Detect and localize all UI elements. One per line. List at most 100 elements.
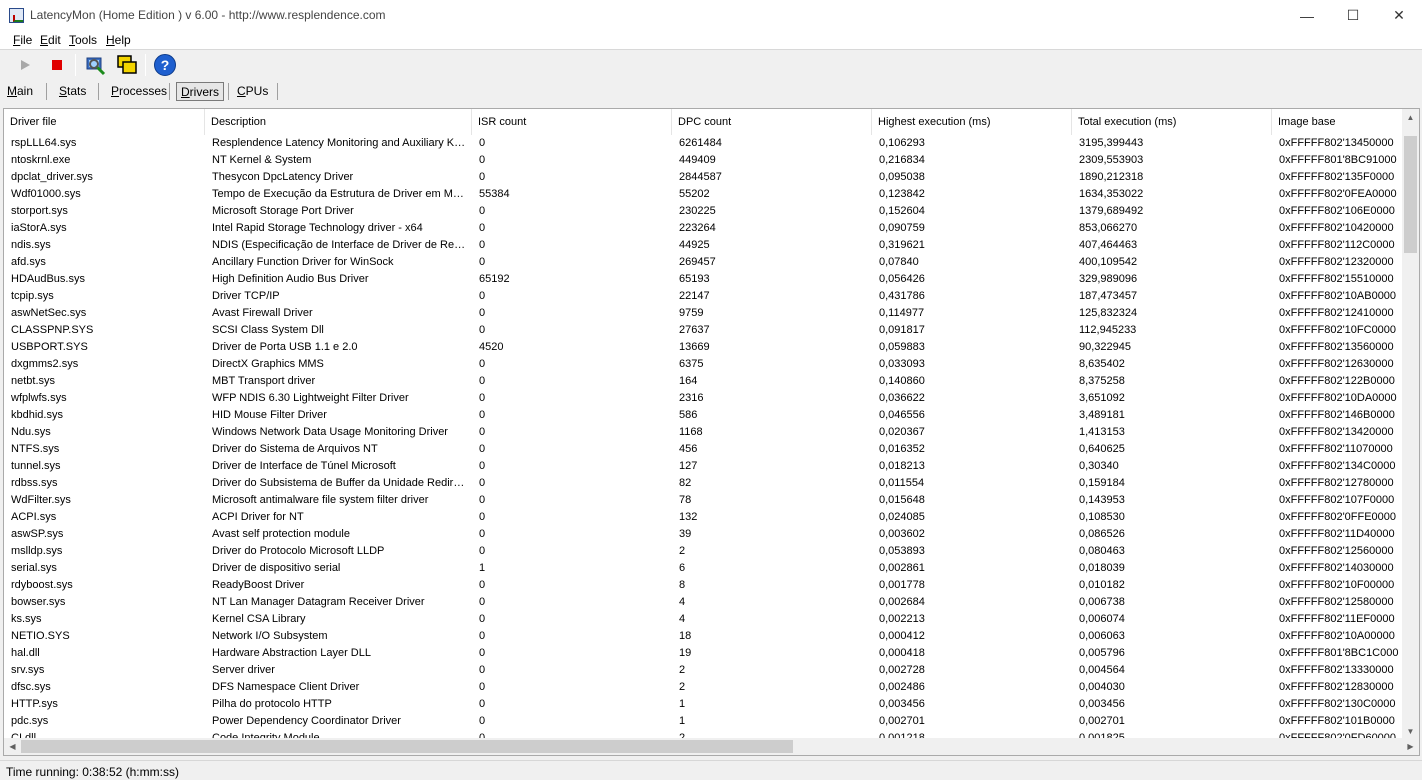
table-row[interactable]: bowser.sys NT Lan Manager Datagram Receiv… [4, 594, 1404, 611]
table-row[interactable]: aswNetSec.sys Avast Firewall Driver 0 9759 0… [4, 305, 1404, 322]
help-button[interactable]: ? [153, 53, 177, 77]
column-header-description[interactable]: Description [205, 109, 472, 135]
table-row[interactable]: afd.sys Ancillary Function Driver for Win… [4, 254, 1404, 271]
cell-highest-execution: 0,216834 [879, 154, 925, 166]
table-row[interactable]: pdc.sys Power Dependency Coordinator Driv… [4, 713, 1404, 730]
table-row[interactable]: CLASSPNP.SYS SCSI Class System Dll 0 27637 0… [4, 322, 1404, 339]
table-row[interactable]: ndis.sys NDIS (Especificação de Interface… [4, 237, 1404, 254]
cell-description: Ancillary Function Driver for WinSock [212, 256, 394, 268]
table-row[interactable]: tunnel.sys Driver de Interface de Túnel M… [4, 458, 1404, 475]
vertical-scroll-thumb[interactable] [1404, 136, 1417, 253]
column-header-isr-count[interactable]: ISR count [472, 109, 672, 135]
tab-separator [228, 83, 229, 100]
start-button[interactable] [13, 53, 37, 77]
minimize-button[interactable]: — [1284, 0, 1330, 31]
menu-help[interactable]: Help [106, 33, 131, 47]
table-row[interactable]: dfsc.sys DFS Namespace Client Driver 0 2 0,0… [4, 679, 1404, 696]
table-row[interactable]: HTTP.sys Pilha do protocolo HTTP 0 1 0,00345… [4, 696, 1404, 713]
table-header: Driver file Description ISR count DPC co… [4, 109, 1404, 135]
table-row[interactable]: rdbss.sys Driver do Subsistema de Buffer … [4, 475, 1404, 492]
cell-dpc-count: 586 [679, 409, 698, 421]
tab-main[interactable]: Main [3, 82, 37, 101]
table-row[interactable]: kbdhid.sys HID Mouse Filter Driver 0 586 0,0… [4, 407, 1404, 424]
table-row[interactable]: iaStorA.sys Intel Rapid Storage Technolog… [4, 220, 1404, 237]
cell-dpc-count: 4 [679, 596, 686, 608]
windows-button[interactable] [115, 53, 139, 77]
stop-button[interactable] [45, 53, 69, 77]
stop-icon [52, 60, 62, 70]
table-row[interactable]: ACPI.sys ACPI Driver for NT 0 132 0,024085 0,… [4, 509, 1404, 526]
table-row[interactable]: srv.sys Server driver 0 2 0,002728 0,004564 0x… [4, 662, 1404, 679]
column-header-highest-execution[interactable]: Highest execution (ms) [872, 109, 1072, 135]
table-row[interactable]: NTFS.sys Driver do Sistema de Arquivos NT… [4, 441, 1404, 458]
table-row[interactable]: rspLLL64.sys Resplendence Latency Monitor… [4, 135, 1404, 152]
table-row[interactable]: hal.dll Hardware Abstraction Layer DLL 0 19… [4, 645, 1404, 662]
cell-description: NT Kernel & System [212, 154, 312, 166]
menu-tools[interactable]: Tools [69, 33, 97, 47]
cell-driver-file: dfsc.sys [11, 681, 51, 693]
table-row[interactable]: dxgmms2.sys DirectX Graphics MMS 0 6375 0,03… [4, 356, 1404, 373]
close-button[interactable]: ✕ [1376, 0, 1422, 31]
cell-description: Driver do Subsistema de Buffer da Unidad… [212, 477, 468, 489]
cell-total-execution: 0,010182 [1079, 579, 1125, 591]
maximize-button[interactable]: ☐ [1330, 0, 1376, 31]
table-row[interactable]: HDAudBus.sys High Definition Audio Bus Dr… [4, 271, 1404, 288]
cell-description: Microsoft antimalware file system filter… [212, 494, 429, 506]
cell-dpc-count: 456 [679, 443, 698, 455]
menu-file[interactable]: File [13, 33, 32, 47]
cell-total-execution: 0,004564 [1079, 664, 1125, 676]
tab-drivers[interactable]: Drivers [176, 82, 225, 101]
table-row[interactable]: NETIO.SYS Network I/O Subsystem 0 18 0,00041… [4, 628, 1404, 645]
scroll-up-icon[interactable]: ▲ [1402, 109, 1419, 126]
cell-image-base: 0xFFFFF802'0FFE0000 [1279, 511, 1397, 523]
cell-isr-count: 0 [479, 154, 486, 166]
cell-driver-file: ks.sys [11, 613, 42, 625]
cell-description: High Definition Audio Bus Driver [212, 273, 369, 285]
cell-highest-execution: 0,033093 [879, 358, 925, 370]
table-row[interactable]: USBPORT.SYS Driver de Porta USB 1.1 e 2.0… [4, 339, 1404, 356]
column-header-dpc-count[interactable]: DPC count [672, 109, 872, 135]
table-row[interactable]: dpclat_driver.sys Thesycon DpcLatency Dri… [4, 169, 1404, 186]
cell-isr-count: 0 [479, 681, 486, 693]
table-row[interactable]: tcpip.sys Driver TCP/IP 0 22147 0,431786 187,… [4, 288, 1404, 305]
tab-stats[interactable]: Stats [55, 82, 90, 101]
table-row[interactable]: Wdf01000.sys Tempo de Execução da Estrutu… [4, 186, 1404, 203]
cell-image-base: 0xFFFFF802'11070000 [1279, 443, 1393, 455]
table-row[interactable]: storport.sys Microsoft Storage Port Drive… [4, 203, 1404, 220]
cell-description: Server driver [212, 664, 275, 676]
table-row[interactable]: ks.sys Kernel CSA Library 0 4 0,002213 0,0060… [4, 611, 1404, 628]
vertical-scrollbar[interactable]: ▲ ▼ [1402, 109, 1419, 740]
analyze-button[interactable] [83, 53, 107, 77]
cell-highest-execution: 0,016352 [879, 443, 925, 455]
menu-edit[interactable]: Edit [40, 33, 61, 47]
horizontal-scrollbar[interactable]: ◀ ▶ [4, 738, 1419, 755]
table-row[interactable]: WdFilter.sys Microsoft antimalware file s… [4, 492, 1404, 509]
table-row[interactable]: Ndu.sys Windows Network Data Usage Monito… [4, 424, 1404, 441]
column-header-driver-file[interactable]: Driver file [4, 109, 205, 135]
scroll-right-icon[interactable]: ▶ [1402, 738, 1419, 755]
cell-description: DirectX Graphics MMS [212, 358, 324, 370]
table-row[interactable]: netbt.sys MBT Transport driver 0 164 0,14086… [4, 373, 1404, 390]
cell-image-base: 0xFFFFF802'12830000 [1279, 681, 1394, 693]
table-row[interactable]: wfplwfs.sys WFP NDIS 6.30 Lightweight Fil… [4, 390, 1404, 407]
table-row[interactable]: aswSP.sys Avast self protection module 0 39… [4, 526, 1404, 543]
cell-image-base: 0xFFFFF802'14030000 [1279, 562, 1394, 574]
horizontal-scroll-thumb[interactable] [21, 740, 793, 753]
cell-description: Driver de Porta USB 1.1 e 2.0 [212, 341, 358, 353]
table-row[interactable]: ntoskrnl.exe NT Kernel & System 0 449409 0,2… [4, 152, 1404, 169]
table-row[interactable]: serial.sys Driver de dispositivo serial 1 6… [4, 560, 1404, 577]
cell-dpc-count: 2 [679, 545, 686, 557]
tab-cpus[interactable]: CPUs [233, 82, 272, 101]
cell-driver-file: ACPI.sys [11, 511, 57, 523]
column-header-total-execution[interactable]: Total execution (ms) [1072, 109, 1272, 135]
column-header-image-base[interactable]: Image base [1272, 109, 1404, 135]
table-row[interactable]: mslldp.sys Driver do Protocolo Microsoft … [4, 543, 1404, 560]
cell-highest-execution: 0,018213 [879, 460, 925, 472]
tab-processes[interactable]: Processes [107, 82, 171, 101]
scroll-left-icon[interactable]: ◀ [4, 738, 21, 755]
cell-total-execution: 0,006074 [1079, 613, 1125, 625]
cell-isr-count: 0 [479, 460, 486, 472]
cell-dpc-count: 1 [679, 715, 686, 727]
table-row[interactable]: rdyboost.sys ReadyBoost Driver 0 8 0,001778 0… [4, 577, 1404, 594]
cell-driver-file: storport.sys [11, 205, 68, 217]
